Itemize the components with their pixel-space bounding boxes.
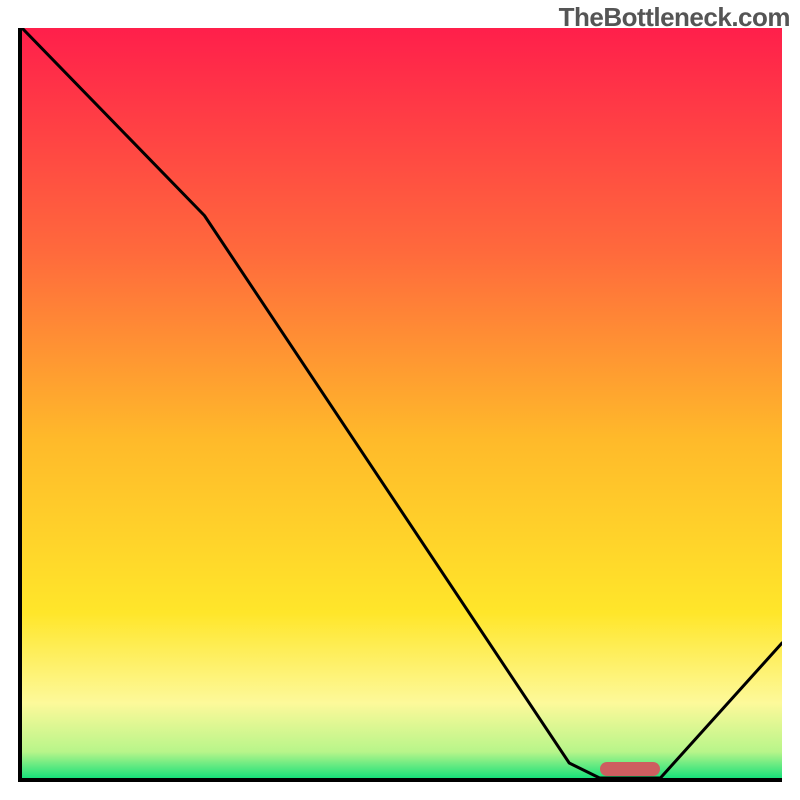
watermark-text: TheBottleneck.com: [559, 2, 790, 33]
optimal-zone-marker: [600, 762, 661, 776]
chart-frame: TheBottleneck.com: [0, 0, 800, 800]
plot-area: [18, 28, 782, 782]
background-gradient: [22, 28, 782, 778]
